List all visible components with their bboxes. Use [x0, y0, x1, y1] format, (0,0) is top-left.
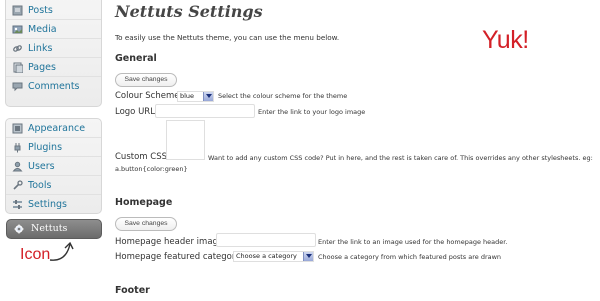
- custom-css-label: Custom CSS: [115, 152, 167, 162]
- sidebar-item-appearance[interactable]: Appearance: [6, 119, 101, 138]
- colour-scheme-value: blue: [180, 92, 195, 100]
- featured-category-help: Choose a category from which featured po…: [318, 253, 502, 261]
- sidebar-item-label: Settings: [28, 199, 67, 210]
- sidebar-item-tools[interactable]: Tools: [6, 176, 101, 195]
- sidebar-item-posts[interactable]: Posts: [6, 1, 101, 20]
- sidebar-item-plugins[interactable]: Plugins: [6, 138, 101, 157]
- sidebar-item-label: Nettuts: [31, 223, 68, 234]
- sidebar-item-settings[interactable]: Settings: [6, 195, 101, 213]
- page-intro: To easily use the Nettuts theme, you can…: [115, 33, 340, 42]
- sidebar-group-content: Posts Media Links Pages Comments: [5, 0, 102, 107]
- sidebar-item-pages[interactable]: Pages: [6, 58, 101, 77]
- custom-css-help: Want to add any custom CSS code? Put in …: [208, 154, 593, 162]
- appearance-icon: [12, 123, 23, 134]
- settings-icon: [13, 200, 22, 209]
- custom-css-example: a.button{color:green}: [115, 165, 188, 173]
- plugins-icon: [14, 143, 21, 153]
- homepage-header-image-help: Enter the link to an image used for the …: [318, 238, 508, 246]
- homepage-featured-category-label: Homepage featured category: [115, 252, 241, 262]
- logo-url-help: Enter the link to your logo image: [258, 108, 366, 116]
- colour-scheme-select[interactable]: blue: [177, 91, 214, 102]
- settings-page: Nettuts Settings To easily use the Nettu…: [115, 0, 595, 301]
- page-title: Nettuts Settings: [115, 2, 263, 21]
- save-changes-button[interactable]: Save changes: [115, 217, 177, 231]
- colour-scheme-label: Colour Scheme: [115, 91, 180, 101]
- admin-sidebar: Posts Media Links Pages Comments Appeara…: [0, 0, 104, 301]
- icon-annotation: Icon: [20, 246, 51, 263]
- sidebar-item-nettuts[interactable]: Nettuts: [6, 219, 102, 239]
- sidebar-group-admin: Appearance Plugins Users Tools Settings: [5, 118, 102, 214]
- sidebar-item-label: Appearance: [28, 123, 86, 134]
- section-title-homepage: Homepage: [115, 197, 173, 208]
- media-icon: [12, 25, 23, 34]
- pages-icon: [13, 62, 23, 73]
- sidebar-item-label: Tools: [28, 180, 52, 191]
- sidebar-item-links[interactable]: Links: [6, 39, 101, 58]
- logo-url-input[interactable]: [155, 104, 255, 118]
- chevron-down-icon: [303, 252, 313, 261]
- links-icon: [13, 45, 22, 52]
- featured-category-select[interactable]: Choose a category: [233, 251, 314, 262]
- sidebar-item-label: Comments: [28, 81, 80, 92]
- chevron-down-icon: [203, 92, 213, 101]
- sidebar-item-comments[interactable]: Comments: [6, 77, 101, 96]
- sidebar-item-label: Media: [28, 24, 57, 35]
- annotation-arrow-icon: [49, 241, 74, 261]
- posts-icon: [12, 5, 23, 16]
- comments-icon: [12, 82, 23, 92]
- colour-scheme-help: Select the colour scheme for the theme: [218, 92, 348, 100]
- custom-css-textarea[interactable]: [166, 120, 205, 160]
- users-icon: [12, 161, 23, 172]
- yuk-annotation: Yuk!: [482, 26, 529, 54]
- gear-icon: [14, 224, 24, 234]
- sidebar-item-label: Plugins: [28, 142, 63, 153]
- sidebar-item-users[interactable]: Users: [6, 157, 101, 176]
- tools-icon: [13, 180, 23, 190]
- section-title-footer: Footer: [115, 285, 150, 296]
- sidebar-item-label: Links: [28, 43, 53, 54]
- save-changes-button[interactable]: Save changes: [115, 73, 177, 87]
- sidebar-item-label: Posts: [28, 5, 53, 16]
- sidebar-item-label: Pages: [28, 62, 56, 73]
- section-title-general: General: [115, 53, 157, 64]
- featured-category-value: Choose a category: [236, 252, 297, 260]
- sidebar-item-label: Users: [28, 161, 55, 172]
- sidebar-item-media[interactable]: Media: [6, 20, 101, 39]
- logo-url-label: Logo URL: [115, 107, 155, 117]
- homepage-header-image-input[interactable]: [216, 233, 316, 247]
- homepage-header-image-label: Homepage header image: [115, 237, 224, 247]
